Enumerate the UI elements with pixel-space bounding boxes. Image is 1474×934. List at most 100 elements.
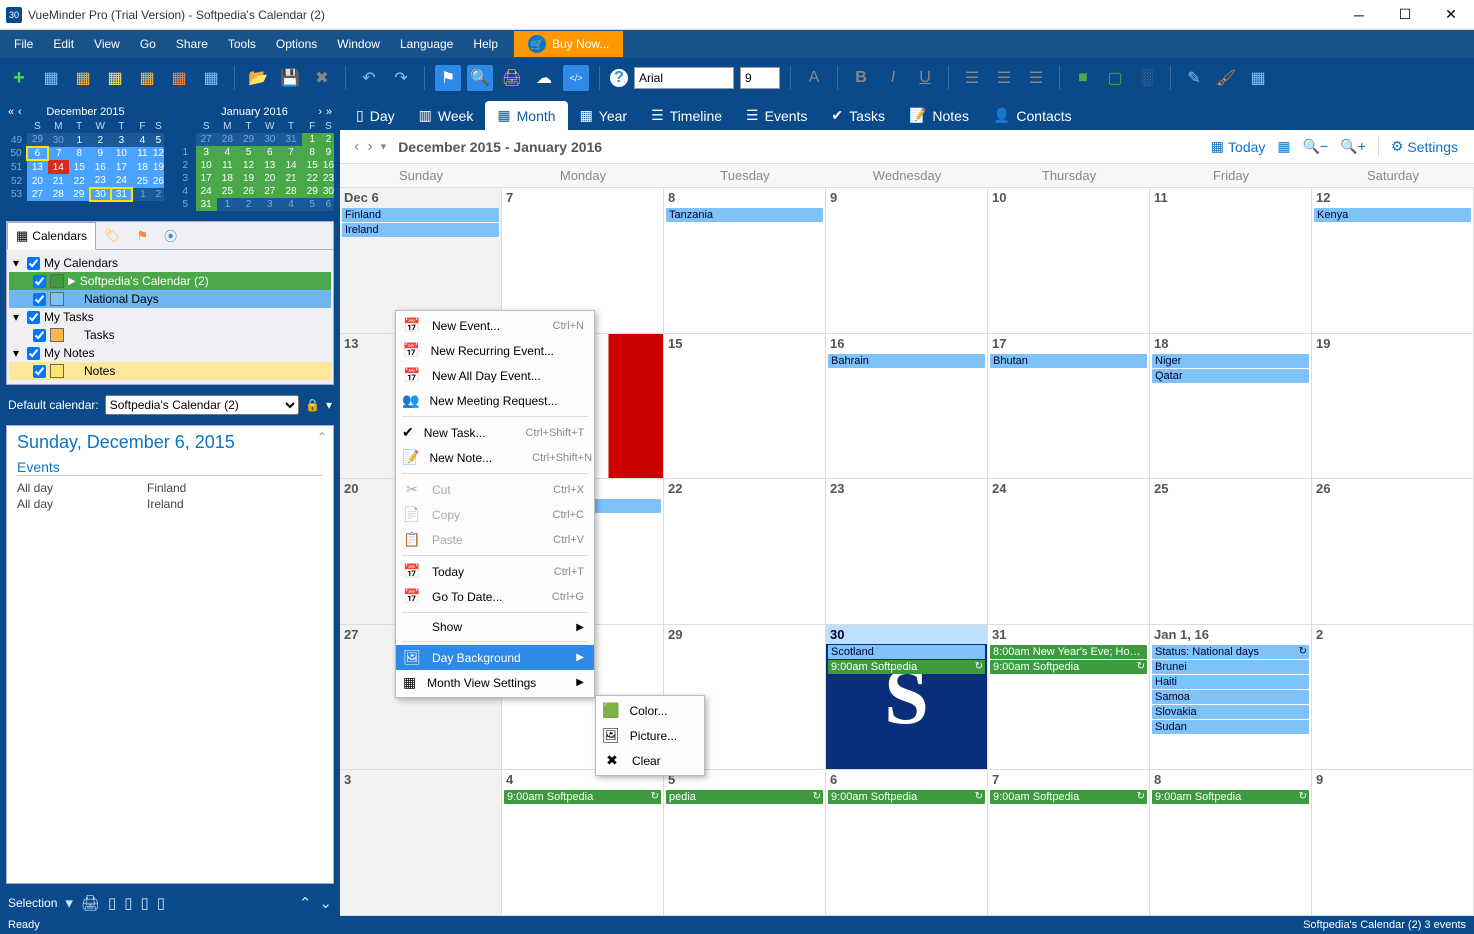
event-item[interactable]: Tanzania	[666, 208, 823, 222]
eyedropper-icon[interactable]: ✎	[1181, 65, 1207, 91]
day-cell[interactable]: 18NigerQatar	[1150, 334, 1312, 479]
flag-icon[interactable]: ⚑	[435, 65, 461, 91]
event-item[interactable]: 9:00am Softpedia↻	[828, 660, 985, 674]
day-cell[interactable]: 89:00am Softpedia↻	[1150, 770, 1312, 915]
print-footer-icon[interactable]: 🖨	[81, 894, 100, 912]
event-item[interactable]: Slovakia	[1152, 705, 1309, 719]
event-item[interactable]: Finland	[342, 208, 499, 222]
border-color-icon[interactable]: ▢	[1102, 65, 1128, 91]
day-cell[interactable]: 69:00am Softpedia↻	[826, 770, 988, 915]
day-cell[interactable]: 17Bhutan	[988, 334, 1150, 479]
context-menu[interactable]: 📅New Event...Ctrl+N📅New Recurring Event.…	[395, 310, 595, 698]
day-cell[interactable]: Jan 1, 16Status: National days↻BruneiHai…	[1150, 625, 1312, 770]
down-icon[interactable]: ⌄	[319, 894, 332, 912]
tab-month[interactable]: ▦Month	[485, 101, 567, 130]
search-icon[interactable]: 🔍	[467, 65, 493, 91]
day-cell[interactable]: 16Bahrain	[826, 334, 988, 479]
tab-contacts[interactable]: 👤Contacts	[981, 101, 1084, 130]
undo-icon[interactable]: ↶	[356, 65, 382, 91]
event-item[interactable]: Kenya	[1314, 208, 1471, 222]
italic-icon[interactable]: I	[880, 65, 906, 91]
day-cell[interactable]: 23	[826, 479, 988, 624]
tab-tasks[interactable]: ✔Tasks	[819, 101, 897, 130]
menu-help[interactable]: Help	[463, 33, 508, 55]
event-item[interactable]: Brunei	[1152, 660, 1309, 674]
day-cell[interactable]: S30Scotland9:00am Softpedia↻	[826, 625, 988, 770]
tb-cal1-icon[interactable]: ▦	[38, 65, 64, 91]
ctx-new-all-day-event-[interactable]: 📅New All Day Event...	[396, 363, 594, 388]
html-icon[interactable]: </>	[563, 65, 589, 91]
day-cell[interactable]: 79:00am Softpedia↻	[988, 770, 1150, 915]
menu-go[interactable]: Go	[130, 33, 166, 55]
context-submenu[interactable]: 🟩Color...🖼Picture...✖Clear	[595, 695, 705, 776]
day-cell[interactable]: 15	[664, 334, 826, 479]
event-item[interactable]: 9:00am Softpedia↻	[1152, 790, 1309, 804]
flags-tab[interactable]: ⚑	[129, 222, 157, 249]
tb-cal5-icon[interactable]: ▦	[166, 65, 192, 91]
font-color-icon[interactable]: A	[801, 65, 827, 91]
ctx-show[interactable]: Show▶	[396, 616, 594, 638]
ctx-picture-[interactable]: 🖼Picture...	[596, 723, 704, 748]
selection-dropdown-icon[interactable]: ▾	[65, 894, 73, 912]
menu-language[interactable]: Language	[390, 33, 463, 55]
event-item[interactable]: Niger	[1152, 354, 1309, 368]
add-icon[interactable]: +	[6, 65, 32, 91]
location-tab[interactable]: ⦿	[156, 222, 185, 249]
layout1-icon[interactable]: ▯	[108, 894, 116, 912]
tab-events[interactable]: ☰Events	[734, 101, 819, 130]
tree-my-tasks[interactable]: ▾My Tasks	[9, 308, 331, 326]
range-dropdown-icon[interactable]: ▾	[377, 140, 391, 153]
layout2-icon[interactable]: ▯	[124, 894, 132, 912]
ctx-color-[interactable]: 🟩Color...	[596, 698, 704, 723]
font-name-input[interactable]	[634, 67, 734, 89]
ctx-month-view-settings[interactable]: ▦Month View Settings▶	[396, 670, 594, 695]
ctx-new-task-[interactable]: ✔New Task...Ctrl+Shift+T	[396, 420, 594, 445]
layout4-icon[interactable]: ▯	[157, 894, 165, 912]
underline-icon[interactable]: U	[912, 65, 938, 91]
tree-my-calendars[interactable]: ▾My Calendars	[9, 254, 331, 272]
day-cell[interactable]: 11	[1150, 188, 1312, 333]
day-cell[interactable]: 5pedia↻	[664, 770, 826, 915]
event-item[interactable]: Qatar	[1152, 369, 1309, 383]
bold-icon[interactable]: B	[848, 65, 874, 91]
mini-calendar-jan[interactable]: January 2016›» SMTWTFS272829303112134567…	[175, 104, 334, 211]
align-right-icon[interactable]: ☰	[1023, 65, 1049, 91]
mini-calendar-dec[interactable]: «‹December 2015 SMTWTFS49293012345506789…	[6, 104, 165, 211]
tb-cal6-icon[interactable]: ▦	[198, 65, 224, 91]
default-cal-select[interactable]: Softpedia's Calendar (2)	[105, 395, 299, 415]
redo-icon[interactable]: ↷	[388, 65, 414, 91]
ctx-new-note-[interactable]: 📝New Note...Ctrl+Shift+N	[396, 445, 594, 470]
save-icon[interactable]: 💾	[277, 65, 303, 91]
close-button[interactable]: ✕	[1428, 0, 1474, 30]
zoom-out-icon[interactable]: 🔍−	[1297, 136, 1335, 157]
next-year-icon[interactable]: »	[326, 106, 332, 118]
menu-edit[interactable]: Edit	[43, 33, 84, 55]
menu-file[interactable]: File	[4, 33, 43, 55]
day-cell[interactable]: 19	[1312, 334, 1474, 479]
menu-options[interactable]: Options	[266, 33, 327, 55]
pattern-icon[interactable]: ░	[1134, 65, 1160, 91]
ctx-new-recurring-event-[interactable]: 📅New Recurring Event...	[396, 338, 594, 363]
ctx-new-meeting-request-[interactable]: 👥New Meeting Request...	[396, 388, 594, 413]
paint-icon[interactable]: 🖌	[1213, 65, 1239, 91]
calendars-tab[interactable]: ▦Calendars	[7, 222, 96, 250]
tab-week[interactable]: ▥Week	[407, 101, 486, 130]
prev-month-icon[interactable]: ‹	[18, 106, 22, 118]
event-item[interactable]: Status: National days↻	[1152, 645, 1309, 659]
ctx-go-to-date-[interactable]: 📅Go To Date...Ctrl+G	[396, 584, 594, 609]
dropdown-icon[interactable]: ▾	[326, 398, 332, 412]
fill-color-icon[interactable]: ■	[1070, 65, 1096, 91]
tab-timeline[interactable]: ☰Timeline	[639, 101, 734, 130]
menu-tools[interactable]: Tools	[218, 33, 266, 55]
ctx-today[interactable]: 📅TodayCtrl+T	[396, 559, 594, 584]
day-cell[interactable]: 49:00am Softpedia↻	[502, 770, 664, 915]
day-cell[interactable]: 26	[1312, 479, 1474, 624]
minimize-button[interactable]: ─	[1336, 0, 1382, 30]
help-icon[interactable]: ?	[610, 69, 628, 87]
event-item[interactable]: Ireland	[342, 223, 499, 237]
tags-tab[interactable]: 🏷	[96, 222, 129, 249]
lock-icon[interactable]: 🔒	[305, 398, 320, 412]
settings-button[interactable]: ⚙Settings	[1385, 136, 1464, 157]
event-item[interactable]: 8:00am New Year's Eve; Home	[990, 645, 1147, 659]
today-button[interactable]: ▦Today	[1205, 136, 1272, 157]
